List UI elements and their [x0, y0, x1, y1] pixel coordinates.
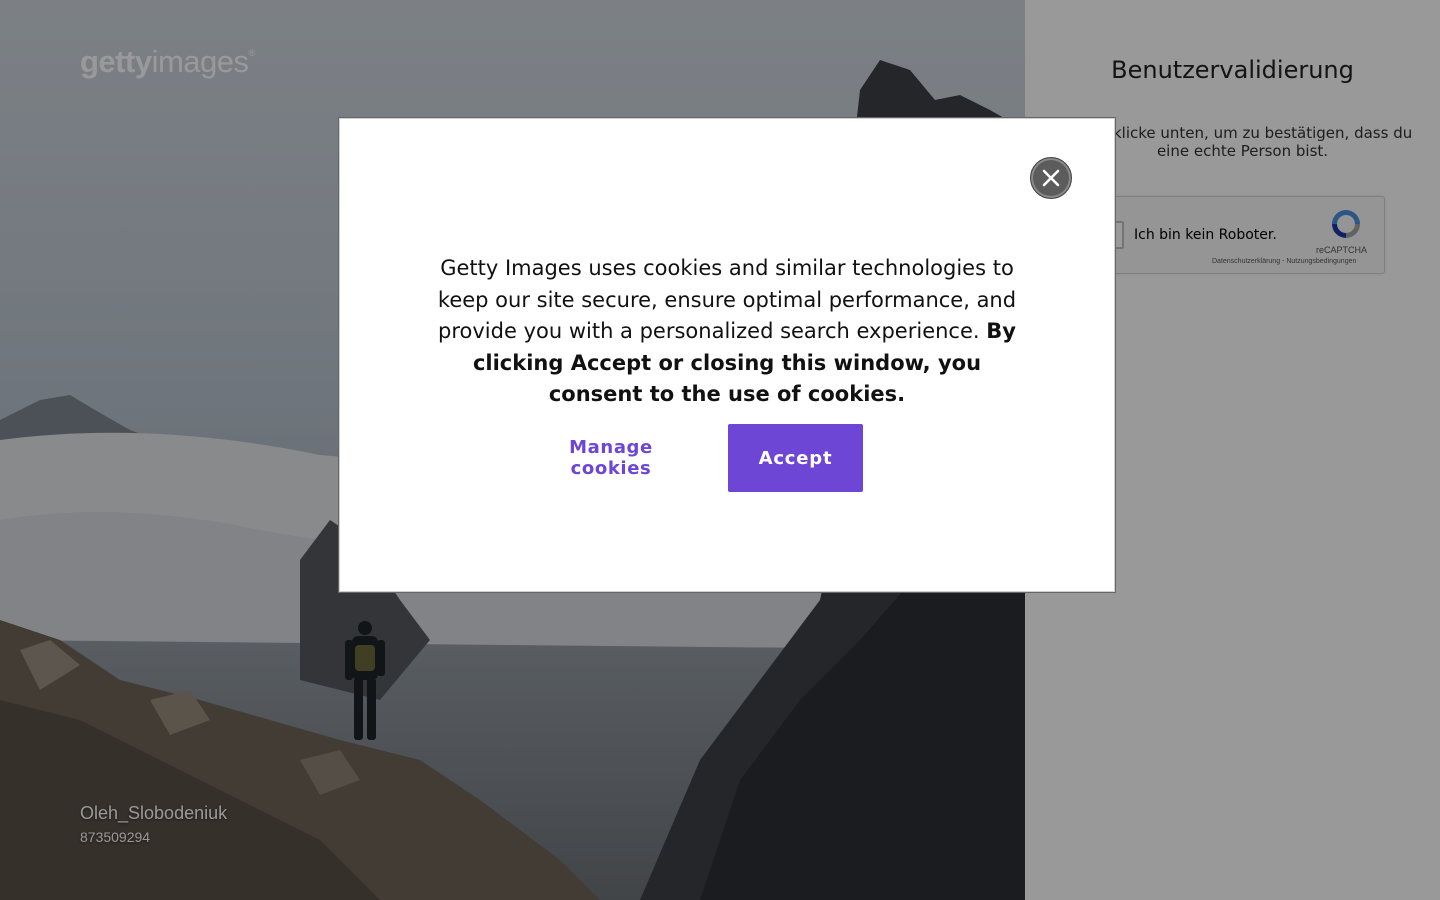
- accept-button[interactable]: Accept: [728, 424, 863, 492]
- manage-cookies-button[interactable]: Manage cookies: [526, 424, 696, 492]
- cookie-message-text: Getty Images uses cookies and similar te…: [437, 256, 1017, 343]
- cookie-message: Getty Images uses cookies and similar te…: [430, 253, 1024, 411]
- close-icon: [1042, 169, 1060, 187]
- close-button[interactable]: [1030, 157, 1072, 199]
- cookie-consent-dialog: Getty Images uses cookies and similar te…: [339, 118, 1115, 592]
